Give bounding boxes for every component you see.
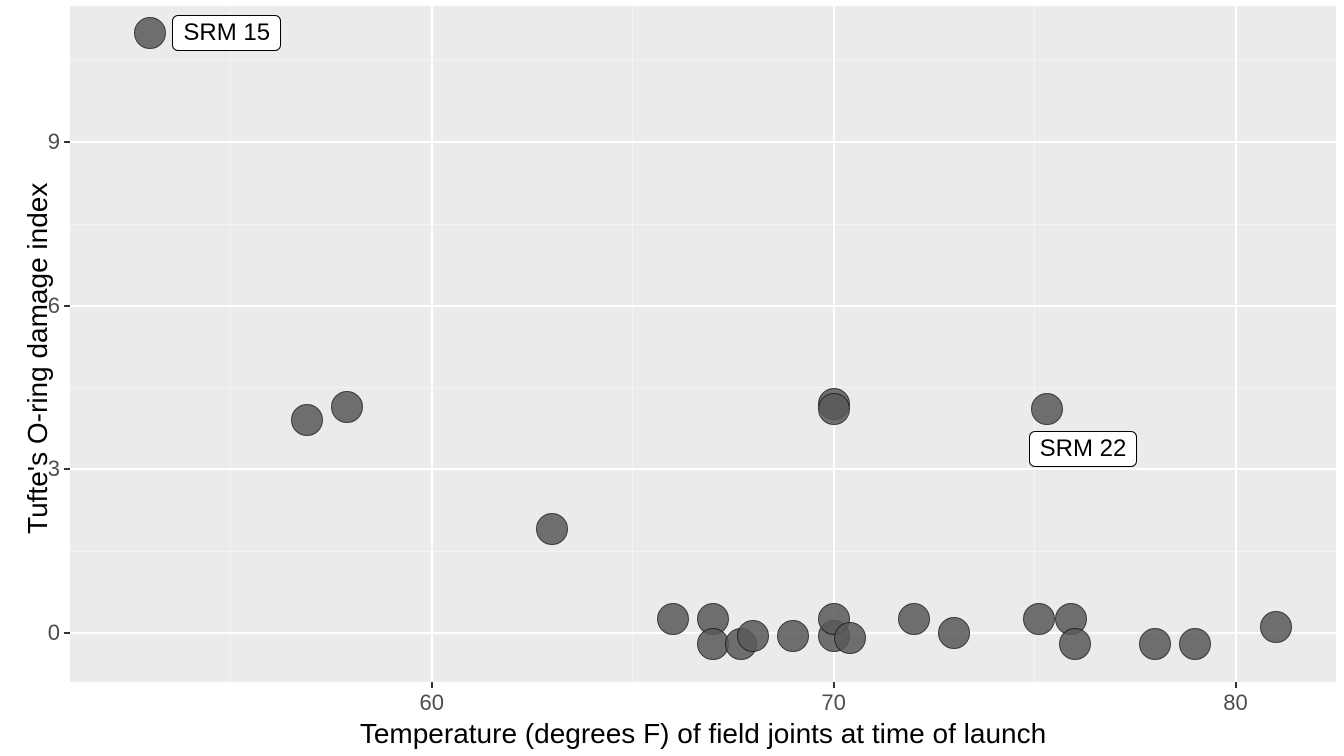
- data-point: [1023, 603, 1055, 635]
- tick-mark-y: [64, 141, 70, 143]
- data-point: [777, 620, 809, 652]
- tick-mark-y: [64, 468, 70, 470]
- data-point: [834, 622, 866, 654]
- tick-label-x: 70: [821, 690, 845, 716]
- gridline-minor-horizontal: [70, 551, 1336, 552]
- y-axis-label: Tufte's O-ring damage index: [22, 183, 54, 534]
- gridline-minor-vertical: [632, 6, 633, 682]
- gridline-major-horizontal: [70, 141, 1336, 143]
- data-point: [1139, 628, 1171, 660]
- gridline-major-vertical: [1235, 6, 1237, 682]
- chart-container: SRM 15SRM 22 6070800369 Temperature (deg…: [0, 0, 1344, 756]
- gridline-minor-horizontal: [70, 387, 1336, 388]
- plot-panel: [70, 6, 1336, 682]
- gridline-major-vertical: [431, 6, 433, 682]
- annotation-label: SRM 22: [1029, 431, 1138, 467]
- gridline-minor-horizontal: [70, 224, 1336, 225]
- data-point: [818, 393, 850, 425]
- data-point: [1179, 628, 1211, 660]
- gridline-major-horizontal: [70, 468, 1336, 470]
- x-axis-label: Temperature (degrees F) of field joints …: [70, 718, 1336, 750]
- tick-label-y: 0: [48, 620, 60, 646]
- gridline-minor-horizontal: [70, 60, 1336, 61]
- data-point: [938, 617, 970, 649]
- data-point: [134, 17, 166, 49]
- tick-mark-y: [64, 632, 70, 634]
- gridline-minor-vertical: [230, 6, 231, 682]
- gridline-minor-vertical: [1034, 6, 1035, 682]
- data-point: [291, 404, 323, 436]
- tick-mark-x: [431, 682, 433, 688]
- tick-label-x: 60: [419, 690, 443, 716]
- data-point: [536, 513, 568, 545]
- tick-mark-x: [833, 682, 835, 688]
- data-point: [898, 603, 930, 635]
- data-point: [1260, 611, 1292, 643]
- data-point: [737, 620, 769, 652]
- annotation-label: SRM 15: [172, 15, 281, 51]
- tick-label-y: 9: [48, 129, 60, 155]
- gridline-major-vertical: [833, 6, 835, 682]
- tick-mark-y: [64, 305, 70, 307]
- data-point: [657, 603, 689, 635]
- data-point: [1059, 628, 1091, 660]
- tick-label-x: 80: [1223, 690, 1247, 716]
- data-point: [331, 391, 363, 423]
- data-point: [1031, 393, 1063, 425]
- gridline-major-horizontal: [70, 305, 1336, 307]
- tick-mark-x: [1235, 682, 1237, 688]
